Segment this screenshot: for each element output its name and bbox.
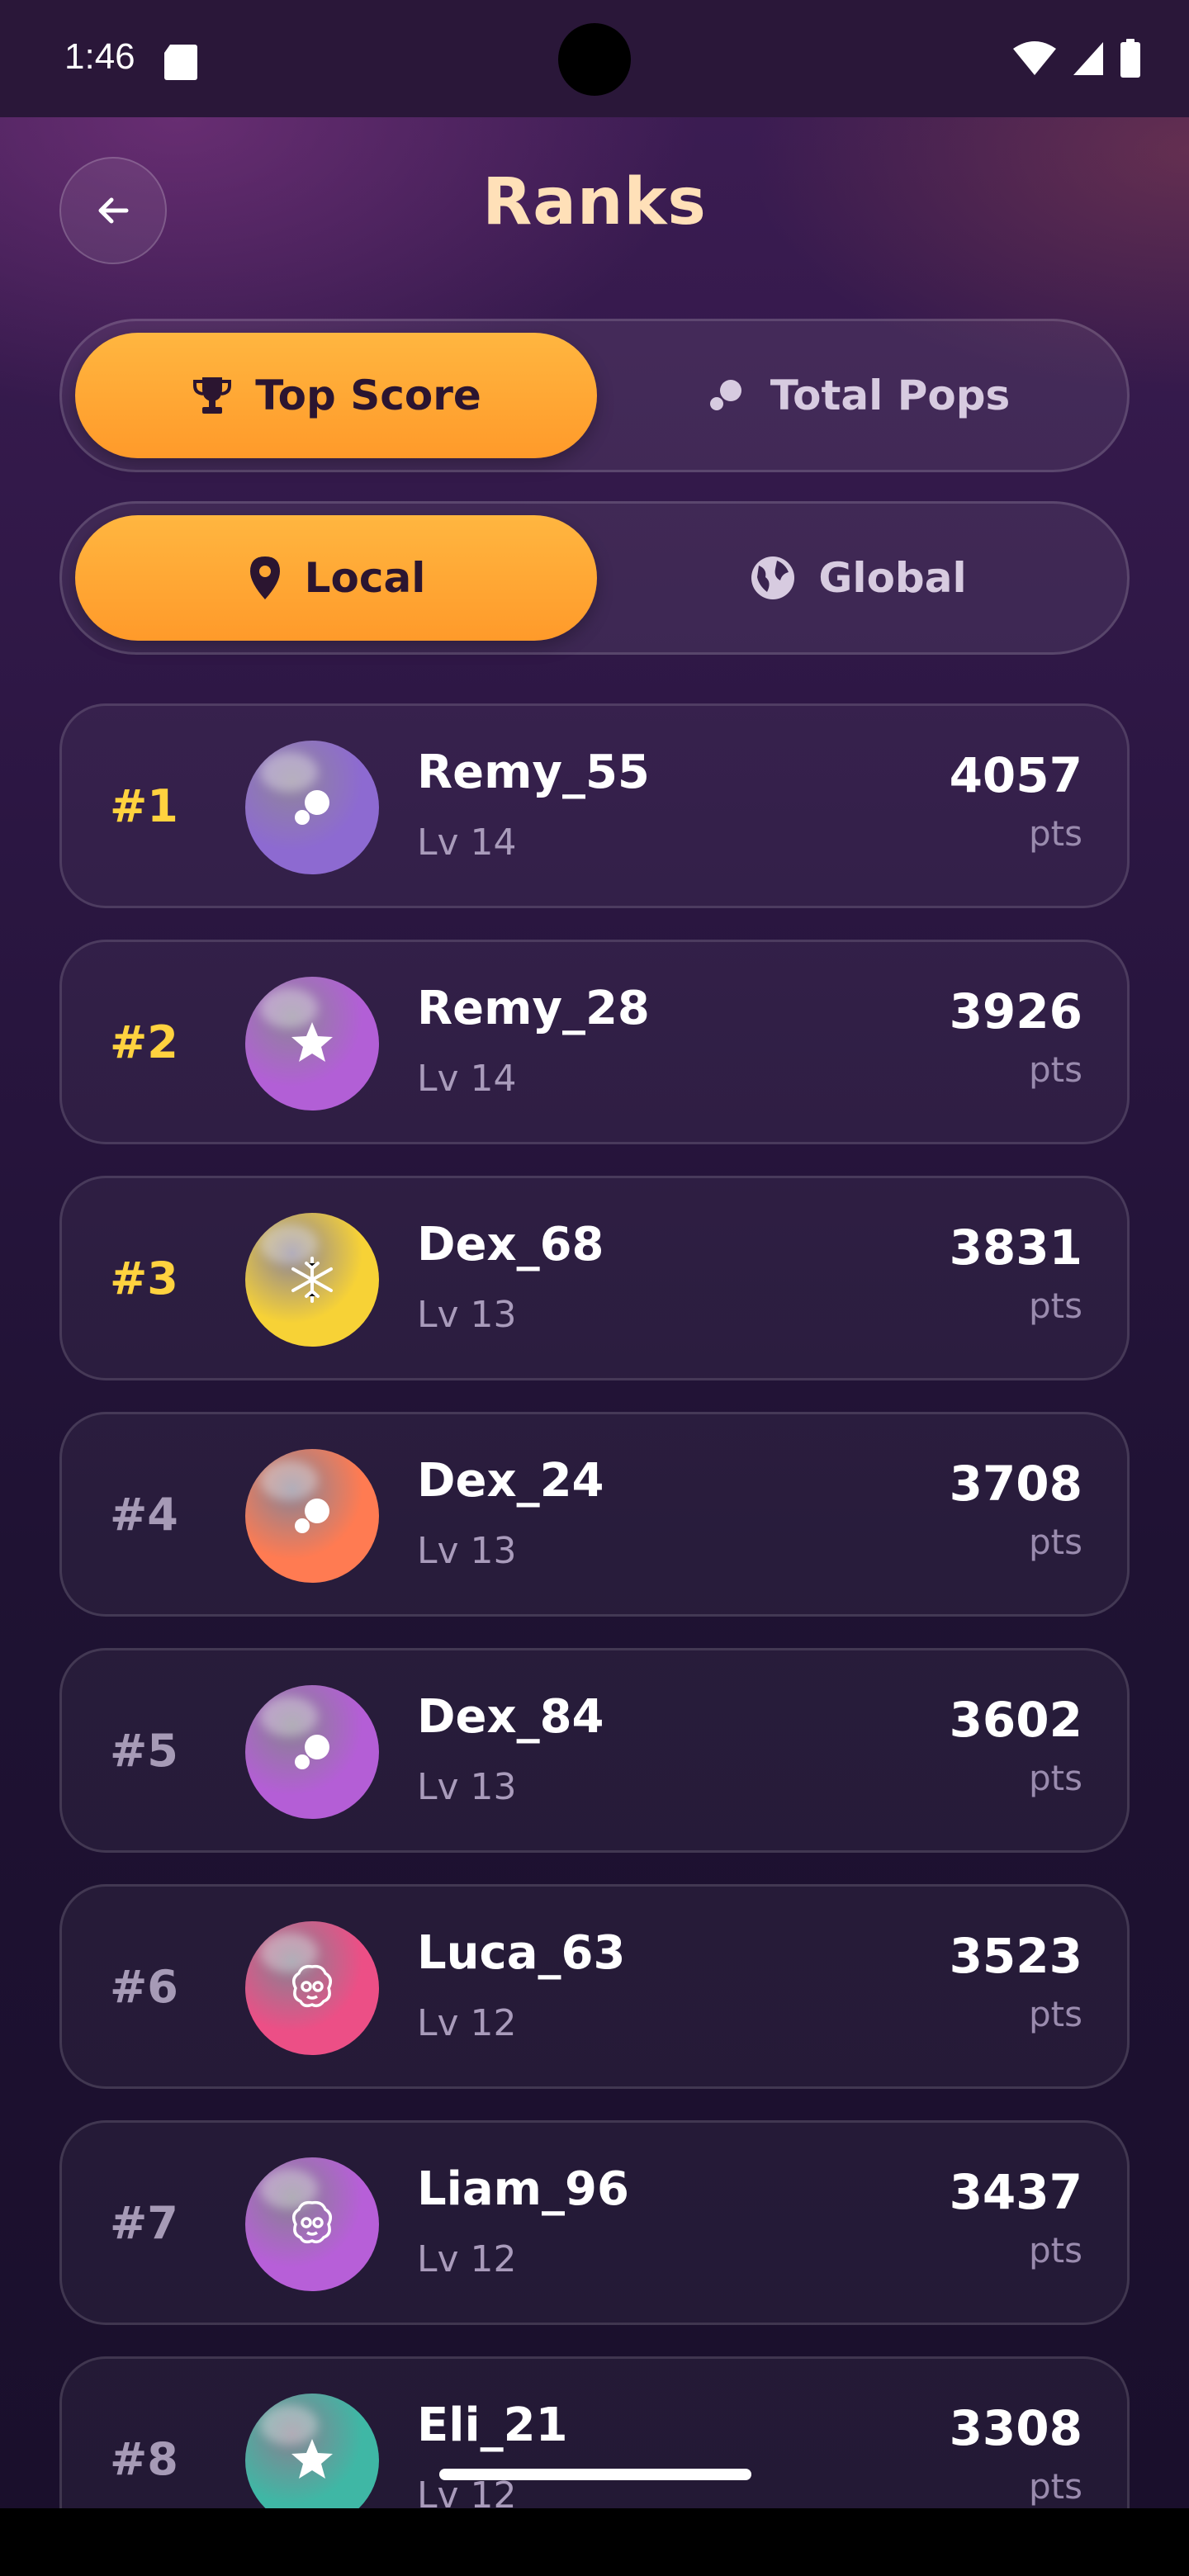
location-pin-icon <box>249 556 280 599</box>
player-name: Remy_28 <box>417 982 650 1035</box>
signal-icon <box>1073 42 1103 75</box>
snowflake-icon <box>291 1257 333 1303</box>
score-unit: pts <box>1028 2466 1082 2507</box>
player-avatar <box>245 1685 379 1819</box>
player-score: 3523 <box>949 1928 1082 1984</box>
player-level: Lv 13 <box>417 1530 517 1572</box>
player-avatar <box>245 1921 379 2055</box>
sd-card-icon <box>164 45 197 80</box>
rank-number: #6 <box>110 1960 178 2013</box>
rank-number: #1 <box>110 779 178 832</box>
player-level: Lv 12 <box>417 2002 517 2044</box>
rank-number: #2 <box>110 1016 178 1068</box>
bubbles-icon <box>295 790 329 825</box>
scope-toggle: Local Global <box>59 501 1130 655</box>
score-unit: pts <box>1028 813 1082 854</box>
leaderboard-row[interactable]: #1 Remy_55 Lv 14 4057 pts <box>59 703 1130 908</box>
tab-top-score[interactable]: Top Score <box>75 333 597 458</box>
player-level: Lv 14 <box>417 1058 517 1100</box>
player-avatar <box>245 2394 379 2527</box>
player-avatar <box>245 1213 379 1347</box>
player-level: Lv 13 <box>417 1766 517 1808</box>
status-time: 1:46 <box>64 36 135 77</box>
leaderboard-row[interactable]: #4 Dex_24 Lv 13 3708 pts <box>59 1412 1130 1617</box>
rank-number: #4 <box>110 1488 178 1541</box>
trophy-icon <box>193 377 232 414</box>
leaderboard-row[interactable]: #3 Dex_68 Lv 13 3831 pts <box>59 1176 1130 1380</box>
star-icon <box>291 2439 333 2479</box>
bubbles-icon <box>295 1499 329 1533</box>
player-name: Remy_55 <box>417 746 650 799</box>
tab-total-pops[interactable]: Total Pops <box>597 333 1119 458</box>
score-unit: pts <box>1028 1522 1082 1562</box>
score-unit: pts <box>1028 1286 1082 1326</box>
tab-global[interactable]: Global <box>597 515 1119 641</box>
score-unit: pts <box>1028 2230 1082 2271</box>
rank-number: #5 <box>110 1724 178 1777</box>
score-unit: pts <box>1028 1994 1082 2034</box>
leaderboard-row[interactable]: #5 Dex_84 Lv 13 3602 pts <box>59 1648 1130 1853</box>
sheep-icon <box>292 2200 332 2244</box>
player-level: Lv 13 <box>417 1294 517 1336</box>
camera-cutout <box>558 23 631 96</box>
globe-icon <box>751 556 795 599</box>
player-avatar <box>245 977 379 1110</box>
player-level: Lv 14 <box>417 822 517 864</box>
player-score: 3602 <box>949 1692 1082 1748</box>
status-bar: 1:46 <box>0 0 1189 117</box>
wifi-icon <box>1013 41 1056 75</box>
status-icons <box>1012 38 1141 79</box>
sheep-icon <box>292 1964 332 2008</box>
bubbles-icon <box>295 1735 329 1769</box>
page-title: Ranks <box>482 165 707 239</box>
player-name: Dex_84 <box>417 1690 604 1744</box>
player-score: 3437 <box>949 2164 1082 2220</box>
player-name: Eli_21 <box>417 2398 568 2452</box>
leaderboard-row[interactable]: #7 Liam_96 Lv 12 3437 pts <box>59 2120 1130 2325</box>
player-name: Luca_63 <box>417 1926 626 1980</box>
home-gesture-handle[interactable] <box>439 2469 751 2480</box>
tab-local[interactable]: Local <box>75 515 597 641</box>
player-name: Dex_68 <box>417 1218 604 1271</box>
player-avatar <box>245 1449 379 1583</box>
tab-top-score-label: Top Score <box>255 372 481 419</box>
player-score: 3831 <box>949 1219 1082 1276</box>
tab-local-label: Local <box>304 554 426 602</box>
bubbles-icon <box>709 380 741 410</box>
player-score: 3708 <box>949 1456 1082 1512</box>
tab-total-pops-label: Total Pops <box>770 372 1011 419</box>
leaderboard-row[interactable]: #2 Remy_28 Lv 14 3926 pts <box>59 940 1130 1144</box>
tab-global-label: Global <box>818 554 967 602</box>
player-name: Liam_96 <box>417 2162 629 2216</box>
player-score: 3926 <box>949 983 1082 1039</box>
player-name: Dex_24 <box>417 1454 604 1508</box>
navigation-bar <box>0 2508 1189 2576</box>
player-score: 4057 <box>949 747 1082 803</box>
score-unit: pts <box>1028 1049 1082 1090</box>
player-avatar <box>245 2157 379 2291</box>
score-unit: pts <box>1028 1758 1082 1798</box>
metric-toggle: Top Score Total Pops <box>59 319 1130 472</box>
rank-number: #3 <box>110 1252 178 1305</box>
player-level: Lv 12 <box>417 2238 517 2280</box>
player-score: 3308 <box>949 2400 1082 2456</box>
leaderboard-row[interactable]: #6 Luca_63 Lv 12 3523 pts <box>59 1884 1130 2089</box>
rank-number: #7 <box>110 2196 178 2249</box>
player-avatar <box>245 741 379 874</box>
star-icon <box>291 1022 333 1062</box>
battery-icon <box>1120 39 1140 78</box>
